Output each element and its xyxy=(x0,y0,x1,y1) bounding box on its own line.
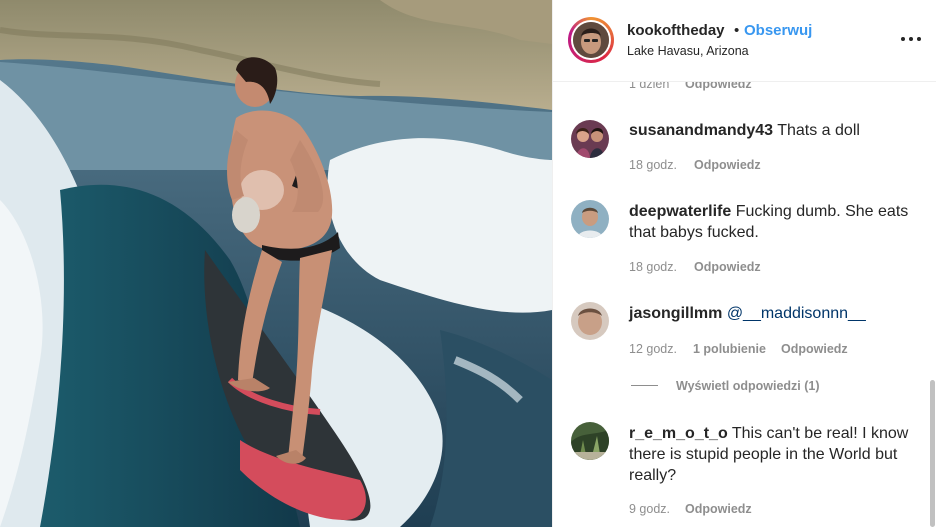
view-replies-line xyxy=(631,385,658,386)
commenter-username[interactable]: jasongillmm xyxy=(629,305,722,322)
comment-time: 9 godz. xyxy=(629,502,671,516)
commenter-username[interactable]: deepwaterlife xyxy=(629,203,731,220)
comments-scrollbar[interactable] xyxy=(930,380,935,527)
mention-link[interactable]: @__maddisonnn__ xyxy=(727,305,866,322)
author-username[interactable]: kookoftheday xyxy=(627,22,725,39)
view-replies-button[interactable]: Wyświetl odpowiedzi (1) xyxy=(676,379,820,393)
comment-time: 12 godz. xyxy=(629,342,677,356)
comment-time: 18 godz. xyxy=(629,158,677,172)
reply-button[interactable]: Odpowiedz xyxy=(685,82,752,91)
post-details-panel: kookoftheday • Obserwuj Lake Havasu, Ari… xyxy=(552,0,936,527)
more-options-icon[interactable] xyxy=(899,30,923,48)
comment-time: 18 godz. xyxy=(629,260,677,274)
commenter-username[interactable]: r_e_m_o_t_o xyxy=(629,425,728,442)
comment-text: Thats a doll xyxy=(777,122,860,139)
reply-button[interactable]: Odpowiedz xyxy=(781,342,848,356)
comments-list[interactable]: 1 dzień Odpowiedz susanandmandy43 Thats … xyxy=(553,82,936,527)
comment-likes[interactable]: 1 polubienie xyxy=(693,342,766,356)
post-media[interactable] xyxy=(0,0,552,527)
reply-button[interactable]: Odpowiedz xyxy=(685,502,752,516)
post-location[interactable]: Lake Havasu, Arizona xyxy=(627,44,749,58)
separator-dot: • xyxy=(734,22,740,39)
author-avatar[interactable] xyxy=(568,17,614,63)
commenter-avatar[interactable] xyxy=(571,302,609,340)
video-frame-image xyxy=(0,0,552,527)
post-header: kookoftheday • Obserwuj Lake Havasu, Ari… xyxy=(553,0,936,82)
commenter-username[interactable]: susanandmandy43 xyxy=(629,122,773,139)
reply-button[interactable]: Odpowiedz xyxy=(694,158,761,172)
commenter-avatar[interactable] xyxy=(571,120,609,158)
commenter-avatar[interactable] xyxy=(571,200,609,238)
reply-button[interactable]: Odpowiedz xyxy=(694,260,761,274)
comment-time: 1 dzień xyxy=(629,82,670,91)
commenter-avatar[interactable] xyxy=(571,422,609,460)
follow-button[interactable]: Obserwuj xyxy=(744,22,812,39)
